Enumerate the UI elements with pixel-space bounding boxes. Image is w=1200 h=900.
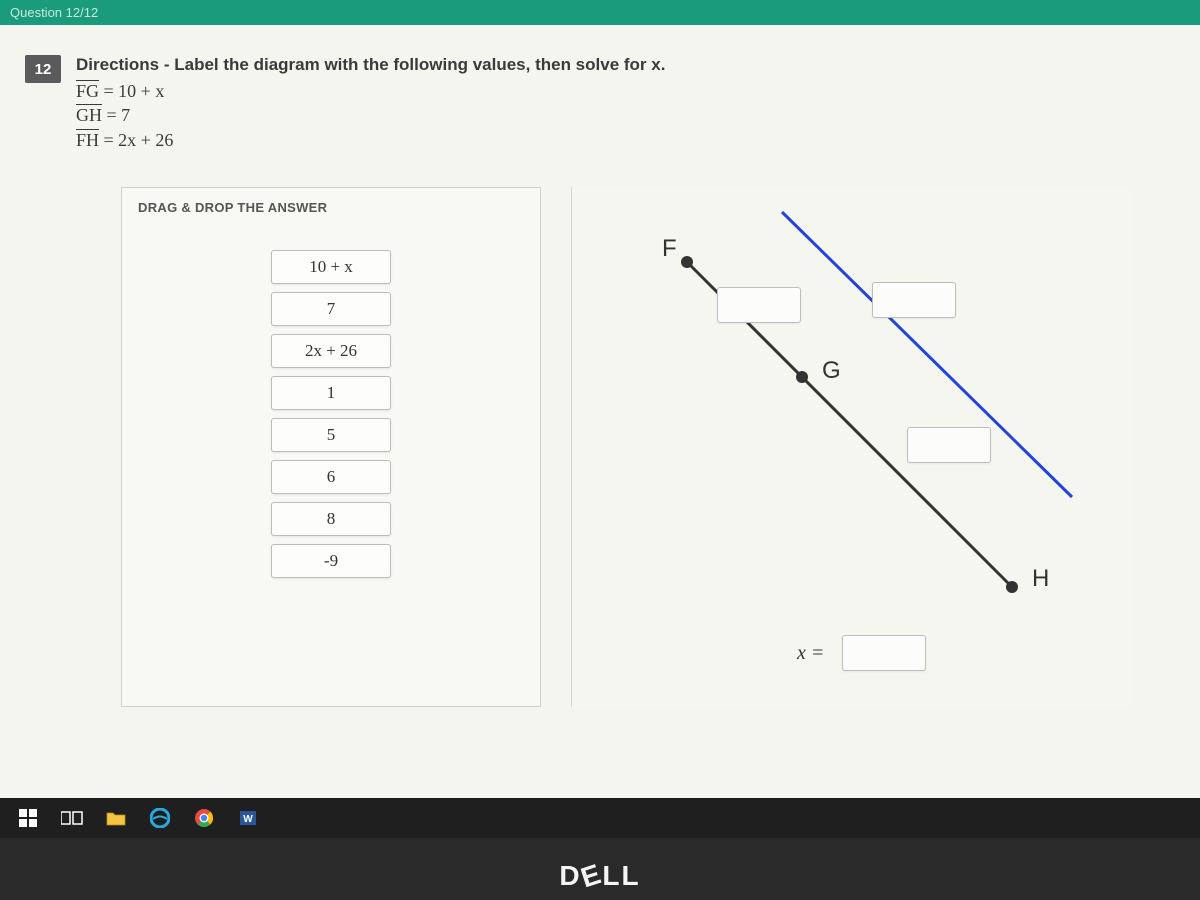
- point-label-h: H: [1032, 565, 1049, 593]
- chip[interactable]: -9: [271, 544, 391, 578]
- question-body: Directions - Label the diagram with the …: [76, 55, 1190, 707]
- chips-container: 10 + x 7 2x + 26 1 5 6 8 -9: [138, 250, 524, 578]
- point-label-g: G: [822, 357, 841, 385]
- chip[interactable]: 7: [271, 292, 391, 326]
- chip[interactable]: 10 + x: [271, 250, 391, 284]
- given-values: FG = 10 + x GH = 7 FH = 2x + 26: [76, 79, 1190, 152]
- dropzone-blue[interactable]: [872, 282, 956, 318]
- dropzone-fg[interactable]: [717, 287, 801, 323]
- chrome-icon[interactable]: [186, 803, 222, 833]
- app-screen: Question 12/12 12 Directions - Label the…: [0, 0, 1200, 810]
- question-counter: Question 12/12: [10, 5, 98, 20]
- x-equals-label: x =: [797, 642, 824, 665]
- file-explorer-icon[interactable]: [98, 803, 134, 833]
- chip[interactable]: 1: [271, 376, 391, 410]
- diagram-panel: F G H x =: [571, 187, 1131, 707]
- chip[interactable]: 2x + 26: [271, 334, 391, 368]
- chip[interactable]: 8: [271, 502, 391, 536]
- dell-logo: DELL: [559, 860, 640, 892]
- chip[interactable]: 5: [271, 418, 391, 452]
- svg-text:W: W: [243, 814, 253, 825]
- chip[interactable]: 6: [271, 460, 391, 494]
- dropzone-x[interactable]: [842, 635, 926, 671]
- drag-drop-panel: DRAG & DROP THE ANSWER 10 + x 7 2x + 26 …: [121, 187, 541, 707]
- start-icon[interactable]: [10, 803, 46, 833]
- given-line-1: FG = 10 + x: [76, 79, 1190, 103]
- word-icon[interactable]: W: [230, 803, 266, 833]
- question-number-badge: 12: [25, 55, 61, 83]
- dropzone-gh[interactable]: [907, 427, 991, 463]
- directions-text: Directions - Label the diagram with the …: [76, 55, 1190, 75]
- panel-row: DRAG & DROP THE ANSWER 10 + x 7 2x + 26 …: [76, 187, 1190, 707]
- point-label-f: F: [662, 235, 677, 263]
- topbar: Question 12/12: [0, 0, 1200, 25]
- task-view-icon[interactable]: [54, 803, 90, 833]
- given-line-2: GH = 7: [76, 103, 1190, 127]
- drag-drop-title: DRAG & DROP THE ANSWER: [138, 200, 524, 215]
- content: 12 Directions - Label the diagram with t…: [0, 25, 1200, 737]
- given-line-3: FH = 2x + 26: [76, 128, 1190, 152]
- diagram-svg: [572, 187, 1132, 707]
- windows-taskbar[interactable]: W: [0, 798, 1200, 838]
- edge-icon[interactable]: [142, 803, 178, 833]
